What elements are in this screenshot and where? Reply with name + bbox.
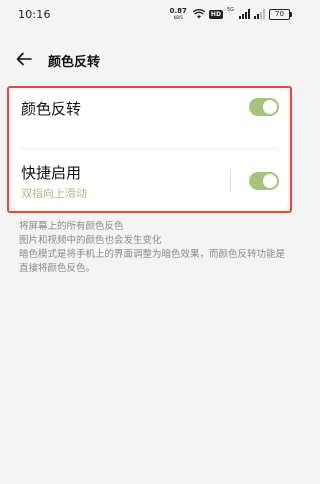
description: 将屏幕上的所有颜色反色 图片和视频中的颜色也会发生变化 暗色模式是将手机上的界面… <box>19 220 289 276</box>
network-speed-value: 0.87 <box>169 7 187 15</box>
arrow-left-icon[interactable] <box>14 49 34 69</box>
wifi-icon <box>192 9 205 19</box>
network-speed-unit: KB/S <box>173 15 183 20</box>
signal-label: 5G <box>226 7 234 13</box>
signal-icon <box>239 9 250 19</box>
screen: 10:16 0.87 KB/S HD 5G 70 颜色反转 颜色反转 快捷启用 … <box>0 0 302 484</box>
status-icons: 0.87 KB/S HD 5G 70 <box>170 7 292 21</box>
page-title: 颜色反转 <box>48 55 101 70</box>
description-line: 图片和视频中的颜色也会发生变化 <box>19 235 162 246</box>
battery-level: 70 <box>275 9 284 18</box>
highlight-outline <box>7 86 292 213</box>
description-line: 将屏幕上的所有颜色反色 <box>19 221 124 232</box>
signal-icon-secondary <box>254 9 265 19</box>
hd-badge: HD <box>208 9 223 19</box>
network-speed: 0.87 KB/S <box>170 8 187 20</box>
description-line: 暗色模式是将手机上的界面调整为暗色效果，而颜色反转功能是直接将颜色反色。 <box>19 249 286 274</box>
status-time: 10:16 <box>18 8 51 21</box>
status-bar: 10:16 0.87 KB/S HD 5G 70 <box>0 0 302 28</box>
battery-icon: 70 <box>269 8 292 20</box>
header: 颜色反转 <box>0 45 302 73</box>
